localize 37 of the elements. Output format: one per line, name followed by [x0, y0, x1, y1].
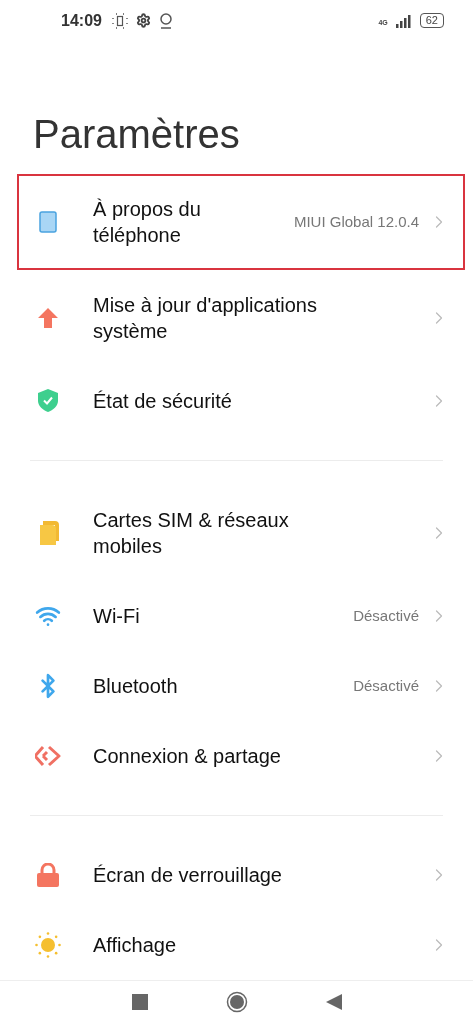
phone-icon: [39, 210, 57, 233]
settings-item[interactable]: Écran de verrouillage: [17, 839, 465, 910]
item-label: Écran de verrouillage: [93, 862, 283, 888]
item-label: À propos du téléphone: [93, 196, 202, 248]
arrow-up-icon: [37, 306, 59, 329]
sun-icon: [35, 931, 61, 958]
diamond-arrows-icon: [35, 744, 61, 767]
item-label: Connexion & partage: [93, 743, 282, 769]
sim-card-icon: [37, 520, 59, 545]
item-label: Bluetooth: [93, 673, 179, 699]
item-label: Mise à jour d'applications système: [93, 292, 318, 344]
lock-icon: [37, 862, 59, 887]
settings-item[interactable]: État de sécurité: [17, 365, 465, 436]
settings-icon: [135, 13, 151, 29]
back-button[interactable]: [325, 994, 342, 1011]
item-value: Désactivé: [353, 607, 419, 625]
settings-item[interactable]: Affichage: [17, 909, 465, 980]
settings-item[interactable]: À propos du téléphone MIUI Global 12.0.4: [17, 173, 465, 270]
item-value: Désactivé: [353, 677, 419, 695]
battery-level: 62: [419, 13, 444, 29]
shield-check-icon: [38, 389, 58, 413]
clock-time: 14:09: [61, 11, 102, 30]
settings-item[interactable]: Cartes SIM & réseaux mobiles: [17, 484, 465, 581]
settings-item[interactable]: Mise à jour d'applications système: [17, 269, 465, 366]
item-label: État de sécurité: [93, 388, 233, 414]
item-label: Affichage: [93, 932, 178, 958]
item-value: MIUI Global 12.0.4: [293, 213, 419, 231]
location-icon: [158, 12, 173, 29]
vibrate-icon: [111, 12, 128, 29]
settings-item[interactable]: Wi-Fi Désactivé: [17, 580, 465, 651]
home-button[interactable]: [225, 991, 248, 1014]
recents-button[interactable]: [131, 994, 148, 1011]
settings-item[interactable]: Connexion & partage: [17, 720, 465, 791]
page-title: Paramètres: [32, 110, 241, 158]
settings-item[interactable]: Bluetooth Désactivé: [17, 650, 465, 721]
item-label: Cartes SIM & réseaux mobiles: [93, 507, 290, 559]
item-label: Wi-Fi: [93, 603, 141, 629]
